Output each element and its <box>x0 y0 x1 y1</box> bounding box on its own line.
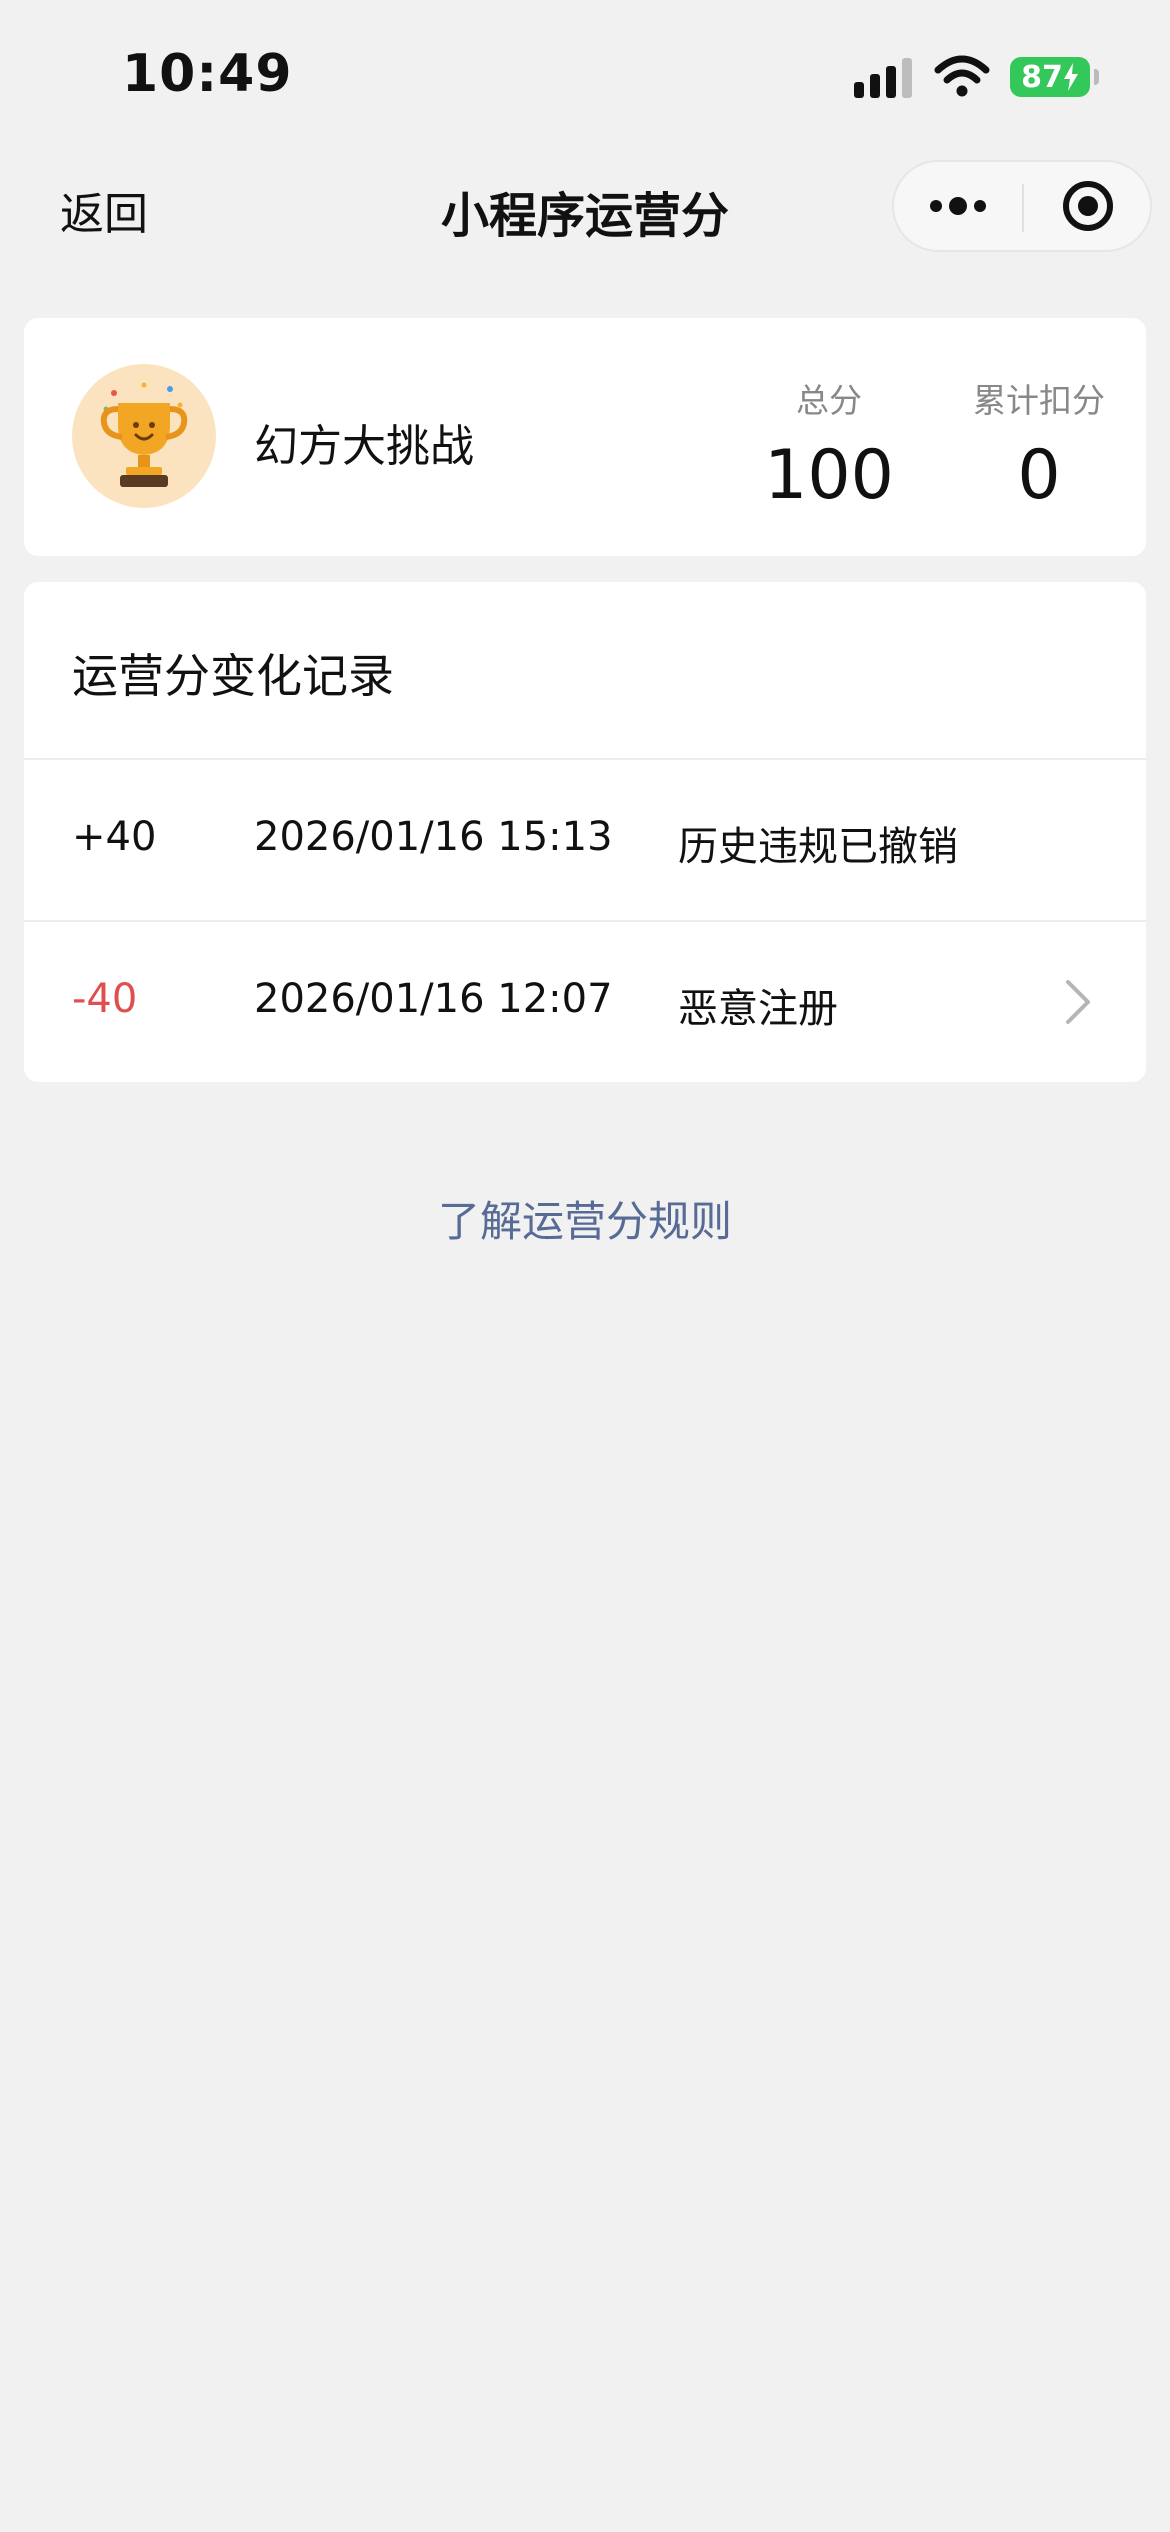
record-delta: +40 <box>72 814 157 860</box>
record-row[interactable]: -40 2026/01/16 12:07 恶意注册 <box>24 922 1146 1082</box>
record-delta: -40 <box>72 976 138 1022</box>
status-bar: 10:49 87 <box>0 0 1170 150</box>
score-summary-card: 幻方大挑战 总分 100 累计扣分 0 <box>24 318 1146 556</box>
record-reason: 恶意注册 <box>678 986 838 1032</box>
avatar <box>72 364 216 508</box>
wifi-icon <box>934 55 990 97</box>
deducted-score-label: 累计扣分 <box>973 381 1105 420</box>
app-name: 幻方大挑战 <box>254 421 474 472</box>
cellular-signal-icon <box>854 58 912 98</box>
nav-bar: 小程序运营分 返回 <box>0 150 1170 260</box>
menu-capsule <box>892 160 1152 252</box>
record-reason: 历史违规已撤销 <box>678 824 958 870</box>
rules-link[interactable]: 了解运营分规则 <box>0 1188 1170 1249</box>
record-time: 2026/01/16 12:07 <box>254 976 613 1022</box>
total-score-label: 总分 <box>796 381 862 420</box>
record-row: +40 2026/01/16 15:13 历史违规已撤销 <box>24 760 1146 920</box>
score-records-card: 运营分变化记录 +40 2026/01/16 15:13 历史违规已撤销 -40… <box>24 582 1146 1082</box>
status-time: 10:49 <box>122 44 293 104</box>
trophy-icon <box>100 382 188 487</box>
battery-level: 87 <box>1021 59 1063 95</box>
close-miniprogram-button[interactable] <box>1024 162 1152 250</box>
chevron-right-icon <box>1066 980 1090 1024</box>
more-button[interactable] <box>894 162 1022 250</box>
total-score-value: 100 <box>764 436 894 515</box>
battery-tip <box>1094 69 1099 85</box>
back-button[interactable]: 返回 <box>60 178 148 242</box>
record-time: 2026/01/16 15:13 <box>254 814 613 860</box>
target-circle-icon <box>1063 181 1113 231</box>
charging-bolt-icon <box>1063 63 1078 91</box>
battery-indicator: 87 <box>1010 57 1090 97</box>
more-dots-icon <box>930 197 986 215</box>
deducted-score-value: 0 <box>1017 436 1061 515</box>
deducted-score: 累计扣分 0 <box>934 374 1144 515</box>
records-title: 运营分变化记录 <box>72 649 394 703</box>
total-score: 总分 100 <box>714 374 944 515</box>
